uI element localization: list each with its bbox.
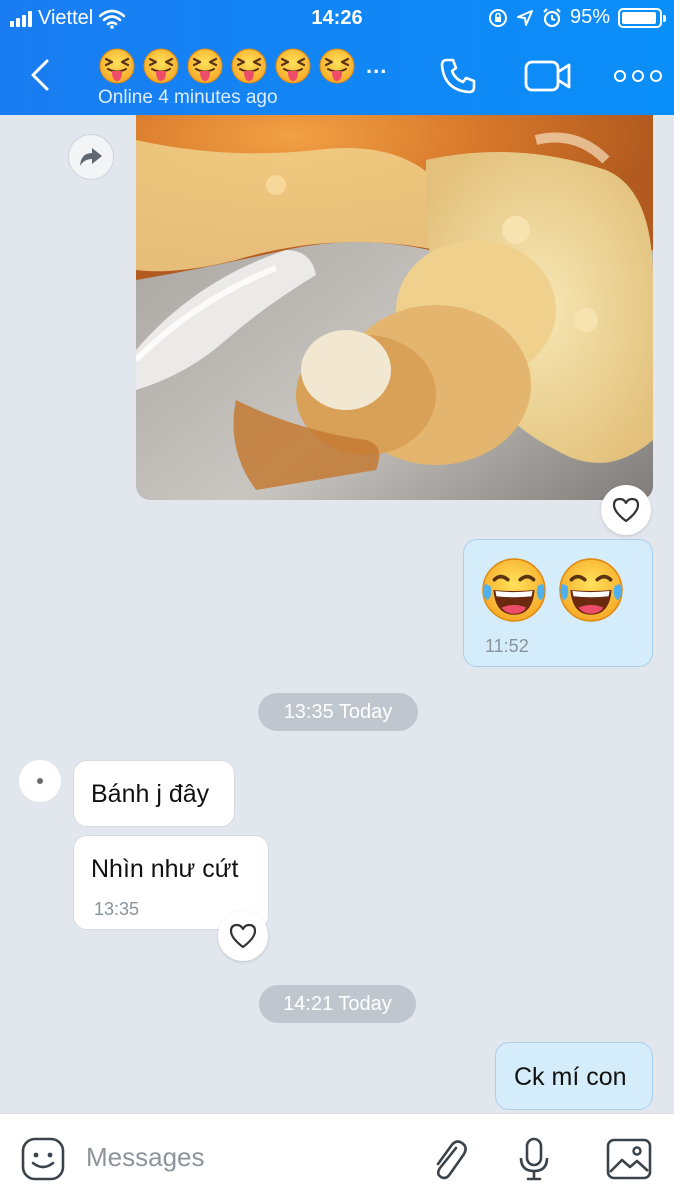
title-emojis: ... <box>98 46 387 86</box>
orientation-lock-icon <box>488 8 507 27</box>
avatar-image <box>37 778 43 784</box>
photo-message[interactable] <box>136 100 653 500</box>
more-options-button[interactable] <box>614 66 662 86</box>
squinting-tongue-emoji-icon <box>230 47 268 85</box>
battery-percent: 95% <box>569 6 610 28</box>
message-text: Nhìn như cứt <box>91 855 239 883</box>
image-gallery-icon <box>606 1138 652 1180</box>
squinting-tongue-emoji-icon <box>318 47 356 85</box>
conversation-title[interactable]: ... Online 4 minutes ago <box>98 46 387 109</box>
paperclip-icon <box>436 1140 467 1180</box>
chat-header: Viettel 14:26 95% ... Online 4 minutes a… <box>0 0 674 115</box>
incoming-message[interactable]: Bánh j đây <box>73 760 235 827</box>
back-arrow-icon <box>31 59 49 91</box>
status-bar: Viettel 14:26 95% <box>0 0 674 38</box>
video-camera-icon <box>524 60 571 92</box>
heart-icon <box>229 923 257 949</box>
react-heart-button[interactable] <box>601 485 651 535</box>
back-button[interactable] <box>22 54 58 96</box>
voice-call-button[interactable] <box>438 56 478 96</box>
squinting-tongue-emoji-icon <box>98 47 136 85</box>
online-status: Online 4 minutes ago <box>98 87 278 108</box>
message-text: Bánh j đây <box>91 780 210 808</box>
squinting-tongue-emoji-icon <box>274 47 312 85</box>
forward-arrow-icon <box>80 148 102 166</box>
react-heart-button[interactable] <box>218 911 268 961</box>
attach-file-button[interactable] <box>426 1136 472 1182</box>
message-text: Ck mí con <box>514 1063 627 1091</box>
contact-avatar[interactable] <box>18 759 62 803</box>
outgoing-message[interactable]: Ck mí con <box>495 1042 653 1110</box>
cake-photo-image <box>136 100 653 500</box>
sticker-button[interactable] <box>20 1136 66 1182</box>
time-divider: 14:21 Today <box>259 985 416 1023</box>
smiley-sticker-icon <box>21 1137 65 1181</box>
more-dots-icon <box>614 70 626 82</box>
time-divider: 13:35 Today <box>258 693 418 731</box>
location-icon <box>516 9 533 26</box>
message-time: 11:52 <box>485 636 529 656</box>
share-button[interactable] <box>68 134 114 180</box>
message-input[interactable] <box>86 1134 406 1180</box>
voice-message-button[interactable] <box>514 1136 554 1182</box>
alarm-icon <box>543 7 561 27</box>
microphone-icon <box>519 1137 549 1181</box>
tears-of-joy-emoji-icon <box>558 557 624 623</box>
send-photo-button[interactable] <box>604 1136 654 1182</box>
title-ellipsis: ... <box>366 53 388 78</box>
heart-icon <box>612 497 640 523</box>
squinting-tongue-emoji-icon <box>142 47 180 85</box>
squinting-tongue-emoji-icon <box>186 47 224 85</box>
tears-of-joy-emoji-icon <box>481 557 547 623</box>
message-time: 13:35 <box>94 899 140 919</box>
message-composer <box>0 1113 674 1200</box>
phone-icon <box>440 58 476 94</box>
battery-icon <box>618 7 666 28</box>
outgoing-emoji-message[interactable]: 11:52 <box>463 539 653 667</box>
video-call-button[interactable] <box>524 58 572 94</box>
